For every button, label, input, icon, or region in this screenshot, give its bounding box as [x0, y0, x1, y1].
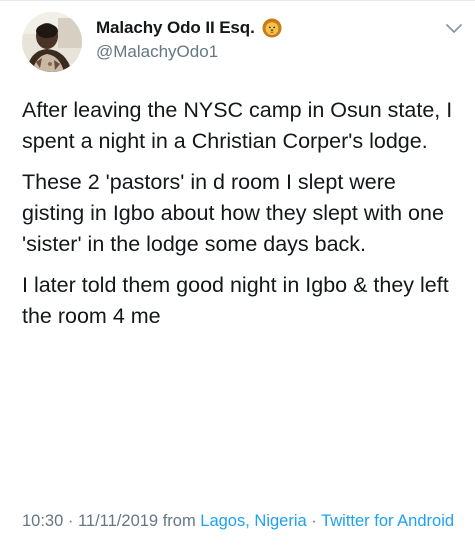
separator: ·	[63, 512, 78, 530]
tweet-card: Malachy Odo II Esq. @MalachyOdo1 After l…	[0, 0, 475, 557]
display-name: Malachy Odo II Esq.	[96, 18, 255, 37]
author-handle[interactable]: @MalachyOdo1	[96, 42, 218, 62]
location-link[interactable]: Lagos, Nigeria	[200, 512, 306, 530]
separator: ·	[306, 512, 322, 530]
lion-face-icon	[262, 18, 282, 38]
from-label: from	[158, 512, 201, 530]
source-link[interactable]: Twitter for Android	[321, 512, 454, 530]
divider	[0, 0, 475, 1]
tweet-time[interactable]: 10:30	[22, 512, 63, 530]
tweet-date[interactable]: 11/11/2019	[78, 512, 158, 530]
avatar[interactable]	[22, 12, 82, 72]
tweet-paragraph: I later told them good night in Igbo & t…	[22, 273, 449, 328]
author-name[interactable]: Malachy Odo II Esq.	[96, 18, 282, 38]
chevron-down-icon[interactable]	[445, 22, 463, 34]
tweet-paragraph: These 2 'pastors' in d room I slept were…	[22, 170, 444, 256]
tweet-paragraph: After leaving the NYSC camp in Osun stat…	[22, 98, 453, 153]
tweet-metadata: 10:30 · 11/11/2019 from Lagos, Nigeria ·…	[22, 509, 462, 533]
tweet-text: After leaving the NYSC camp in Osun stat…	[22, 95, 462, 342]
